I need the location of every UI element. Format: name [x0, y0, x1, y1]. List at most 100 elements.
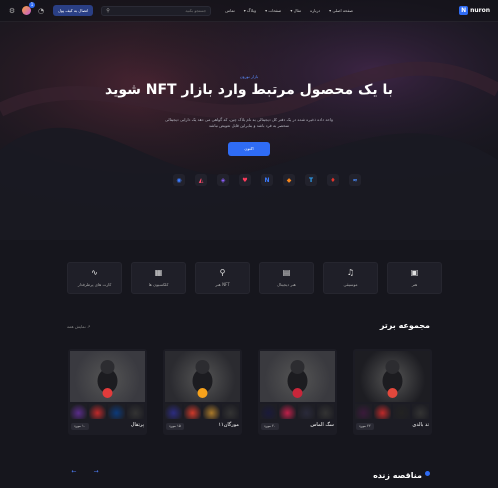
- category-card[interactable]: ∿ کارت های پرطرفدار: [67, 262, 122, 294]
- category-label: هنر NFT: [215, 282, 230, 287]
- category-label: کارت های پرطرفدار: [77, 282, 112, 287]
- collection-card[interactable]: پرتقال ۱۰ مورد: [68, 349, 147, 435]
- collection-thumbnail: [412, 404, 429, 419]
- collection-thumbnails: [70, 404, 144, 419]
- collection-thumbnail: [165, 404, 182, 419]
- partner-logo[interactable]: ≈: [349, 174, 361, 186]
- logo-mark-icon: N: [459, 6, 469, 15]
- live-auction-title: مناقصه زنده: [373, 471, 422, 480]
- search-icon: ⚲: [219, 268, 226, 277]
- collection-thumbnail: [298, 404, 315, 419]
- nav-item-blog[interactable]: وبلاگ ▾: [244, 8, 256, 13]
- crest-logo-icon: ♦: [330, 176, 336, 184]
- collection-thumbnail: [108, 404, 125, 419]
- collection-thumbnail: [203, 404, 220, 419]
- collection-card[interactable]: مورگان۱۱ ۱۵ مورد: [163, 349, 242, 435]
- collection-name: سگ الماس: [310, 422, 334, 428]
- t-logo-icon: T: [308, 176, 314, 184]
- wave-logo-icon: ≈: [352, 176, 358, 184]
- hero-title: با یک محصول مرتبط وارد بازار NFT شوید: [105, 82, 393, 98]
- collection-thumbnails: [355, 404, 429, 419]
- collection-main-image: [355, 351, 430, 402]
- collection-thumbnail: [260, 404, 277, 419]
- partner-logo[interactable]: ◈: [217, 174, 229, 186]
- nav-item-examples[interactable]: مثال ▾: [290, 8, 301, 13]
- collection-thumbnail: [279, 404, 296, 419]
- collection-thumbnail: [184, 404, 201, 419]
- partner-logo[interactable]: ♥: [239, 174, 251, 186]
- collection-main-image: [165, 351, 240, 402]
- hero-tag: بازار نورون: [239, 74, 259, 79]
- partner-logo[interactable]: ◆: [283, 174, 295, 186]
- logo[interactable]: N nuron: [459, 6, 490, 15]
- activity-icon: ∿: [91, 268, 98, 277]
- grid-icon: ▦: [154, 268, 163, 277]
- partner-logo[interactable]: ◭: [195, 174, 207, 186]
- nav-item-home[interactable]: صفحه اصلی ▾: [329, 8, 353, 13]
- heart-logo-icon: ♥: [242, 176, 248, 184]
- fox-logo-icon: ◆: [286, 176, 292, 184]
- collection-name: پرتقال: [130, 422, 144, 428]
- nav-item-about[interactable]: درباره: [310, 8, 320, 13]
- logo-text: nuron: [470, 7, 490, 14]
- connect-wallet-button[interactable]: اتصال به کیف پول: [53, 5, 94, 16]
- collection-card[interactable]: تد بالدی ۲۲ مورد: [353, 349, 432, 435]
- settings-icon[interactable]: ⚙: [8, 7, 16, 15]
- category-list: ∿ کارت های پرطرفدار ▦ کلکسیون ها ⚲ هنر NFT ▤ هن…: [67, 262, 442, 294]
- image-icon: ▣: [410, 268, 419, 277]
- collection-item-count: ۱۵ مورد: [166, 423, 184, 430]
- collection-card[interactable]: سگ الماس ۲۰ مورد: [258, 349, 337, 435]
- avatar[interactable]: 1: [22, 2, 35, 15]
- partner-logo[interactable]: ♦: [327, 174, 339, 186]
- collection-thumbnail: [89, 404, 106, 419]
- nav-item-pages[interactable]: صفحات ▾: [265, 8, 281, 13]
- collection-thumbnails: [260, 404, 334, 419]
- collection-thumbnail: [393, 404, 410, 419]
- notification-badge: 1: [29, 2, 35, 8]
- category-card[interactable]: ♫ موسیقی: [323, 262, 378, 294]
- music-icon: ♫: [346, 268, 355, 277]
- search-icon[interactable]: ⚲: [106, 8, 110, 14]
- partner-logo[interactable]: ◉: [173, 174, 185, 186]
- nav-item-contact[interactable]: تماس: [225, 8, 235, 13]
- triangle-logo-icon: ◭: [198, 176, 204, 184]
- top-collection-title: مجموعه برتر: [379, 321, 430, 330]
- search-box: ⚲: [101, 5, 212, 16]
- partner-logo[interactable]: N: [261, 174, 273, 186]
- hero-cta-button[interactable]: اکنون: [228, 142, 270, 156]
- live-auction-heading: مناقصه زنده: [350, 463, 430, 482]
- collection-thumbnails: [165, 404, 239, 419]
- carousel-prev-button[interactable]: ←: [70, 468, 78, 476]
- hero-description: واحد داده ذخیره شده در یک دفتر کل دیجیتا…: [165, 117, 333, 128]
- collection-cards: پرتقال ۱۰ مورد مورگان۱۱ ۱۵ مورد سگ الماس ۲۰ م…: [68, 349, 432, 435]
- collection-name: تد بالدی: [412, 422, 429, 428]
- view-all-link[interactable]: نمایش همه ↗: [67, 324, 90, 329]
- category-label: موسیقی: [343, 282, 358, 287]
- map-icon: ▤: [282, 268, 291, 277]
- collection-thumbnail: [317, 404, 334, 419]
- shield-logo-icon: ◈: [220, 176, 226, 184]
- collection-thumbnail: [127, 404, 144, 419]
- category-card[interactable]: ▦ کلکسیون ها: [131, 262, 186, 294]
- bell-icon[interactable]: ◔: [37, 7, 45, 15]
- main-nav: صفحه اصلی ▾ درباره مثال ▾ صفحات ▾ وبلاگ …: [225, 8, 353, 13]
- collection-item-count: ۱۰ مورد: [71, 423, 89, 430]
- carousel-next-button[interactable]: →: [92, 468, 100, 476]
- partner-logo[interactable]: T: [305, 174, 317, 186]
- collection-thumbnail: [355, 404, 372, 419]
- partner-logos: ◉ ◭ ◈ ♥ N ◆ T ♦ ≈: [173, 174, 361, 186]
- collection-thumbnail: [70, 404, 87, 419]
- live-dot-icon: [425, 471, 430, 476]
- collection-main-image: [260, 351, 335, 402]
- circle-badge-icon: ◉: [176, 176, 182, 184]
- category-label: کلکسیون ها: [148, 282, 169, 287]
- category-label: هنر: [411, 282, 418, 287]
- category-card[interactable]: ⚲ هنر NFT: [195, 262, 250, 294]
- collection-main-image: [70, 351, 145, 402]
- category-card[interactable]: ▤ هنر دیجیتال: [259, 262, 314, 294]
- search-input[interactable]: [116, 8, 207, 13]
- n-logo-icon: N: [264, 176, 270, 184]
- category-card[interactable]: ▣ هنر: [387, 262, 442, 294]
- collection-thumbnail: [374, 404, 391, 419]
- collection-thumbnail: [222, 404, 239, 419]
